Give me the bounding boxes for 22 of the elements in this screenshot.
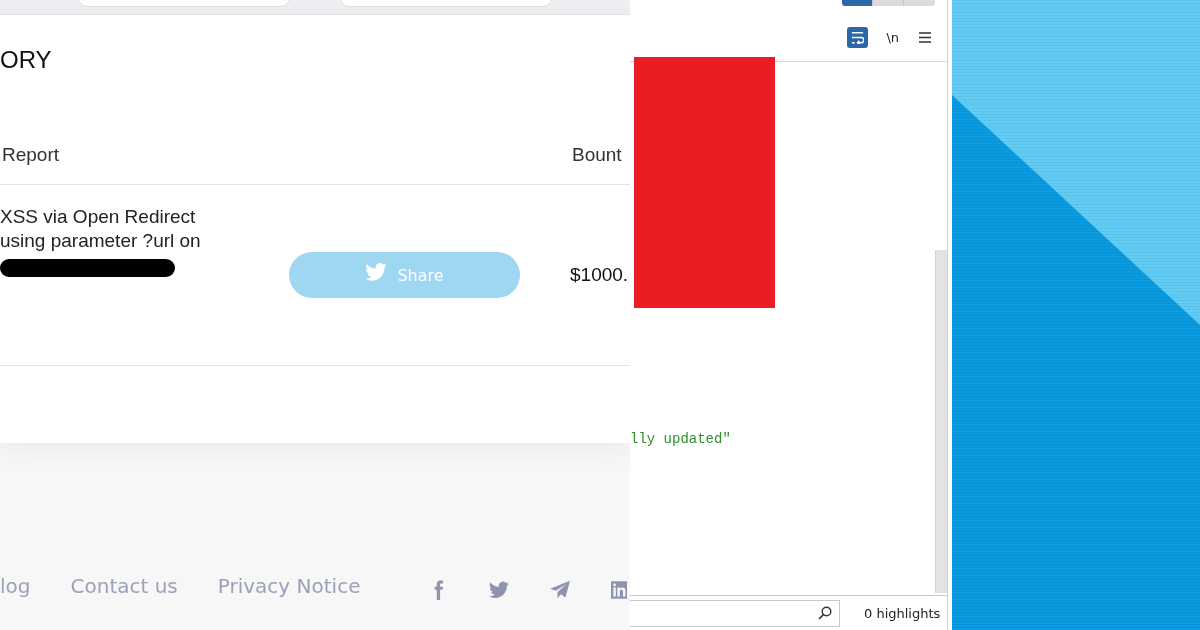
footer-link[interactable]: log <box>0 572 31 599</box>
report-title: XSS via Open Redirect using parameter ?url on <box>0 205 202 253</box>
menu-icon[interactable] <box>919 32 931 43</box>
paper-plane-icon[interactable] <box>550 579 571 600</box>
scrollbar-thumb[interactable] <box>935 250 947 593</box>
code-line: lly updated" <box>630 431 731 447</box>
wrap-lines-icon <box>851 31 865 44</box>
share-button[interactable]: Share <box>289 252 520 298</box>
search-field[interactable] <box>630 599 840 627</box>
footer-link[interactable]: Contact us <box>70 572 178 599</box>
highlight-count: 0 highlights <box>864 605 941 621</box>
search-icon <box>818 606 832 620</box>
bounty-amount: $1000. <box>570 264 629 286</box>
newline-toggle-button[interactable]: \n <box>884 30 901 45</box>
bird-icon <box>365 263 388 281</box>
column-header: Bount <box>571 143 622 167</box>
footer-link[interactable]: Privacy Notice <box>217 572 361 599</box>
section-title: ORY <box>0 45 52 75</box>
column-header: Report <box>1 143 60 167</box>
linkedin-icon[interactable] <box>611 580 628 599</box>
wrap-toggle-button[interactable] <box>847 27 869 48</box>
bird-icon[interactable] <box>489 579 510 600</box>
